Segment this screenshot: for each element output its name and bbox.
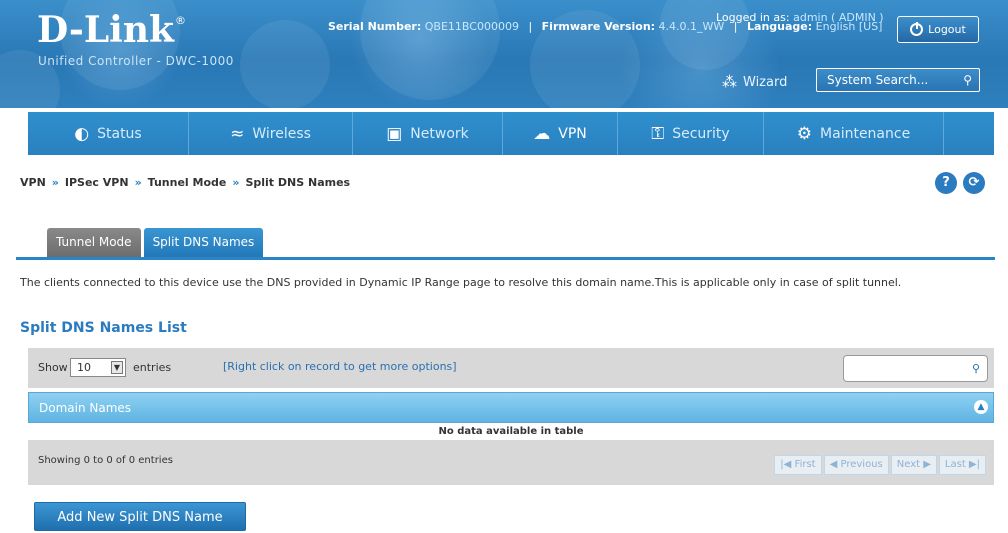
nav-vpn[interactable]: ☁ VPN — [503, 112, 618, 155]
nav-status[interactable]: ◐ Status — [28, 112, 189, 155]
sort-up-icon[interactable]: ▲ — [974, 400, 988, 414]
info-divider: | — [733, 20, 738, 33]
page-size-value: 10 — [77, 361, 91, 374]
nav-security-label: Security — [672, 125, 730, 142]
monitor-icon: ▣ — [386, 123, 403, 144]
nav-vpn-label: VPN — [558, 125, 587, 142]
lock-icon: ⚿ — [651, 123, 665, 144]
table-controls: Show 10 ▼ entries [Right click on record… — [28, 348, 994, 388]
section-title: Split DNS Names List — [20, 320, 187, 336]
nav-network[interactable]: ▣ Network — [353, 112, 503, 155]
next-label: Next — [896, 459, 921, 470]
help-icon[interactable]: ? — [935, 172, 957, 194]
first-page-button[interactable]: |◀ First — [774, 455, 822, 475]
previous-label: Previous — [840, 459, 883, 470]
logout-label: Logout — [928, 23, 966, 36]
search-icon[interactable]: ⚲ — [963, 69, 972, 91]
gears-icon: ⚙ — [796, 123, 813, 144]
breadcrumb-item[interactable]: Tunnel Mode — [148, 176, 227, 189]
firmware-label: Firmware Version: — [541, 20, 656, 33]
table-hint: [Right click on record to get more optio… — [223, 360, 457, 373]
table-info: Showing 0 to 0 of 0 entries — [38, 455, 173, 466]
breadcrumb: VPN » IPSec VPN » Tunnel Mode » Split DNS Name… — [20, 176, 350, 189]
search-icon[interactable]: ⚲ — [972, 362, 980, 375]
dlink-logo: D-Link — [37, 9, 174, 51]
system-search-input[interactable]: System Search... ⚲ — [816, 68, 980, 92]
language-label: Language: — [747, 20, 813, 33]
main-nav: ◐ Status ≈ Wireless ▣ Network ☁ VPN ⚿ Se… — [28, 112, 994, 155]
nav-network-label: Network — [410, 125, 469, 142]
tab-underline — [16, 257, 995, 260]
pagination: |◀ First ◀ Previous Next ▶ Last ▶| — [774, 455, 986, 475]
logout-button[interactable]: Logout — [897, 16, 979, 43]
registered-mark: ® — [175, 14, 186, 27]
nav-status-label: Status — [97, 125, 142, 142]
breadcrumb-current: Split DNS Names — [245, 176, 351, 189]
table-header: Domain Names ▲ — [28, 392, 994, 423]
product-name: Unified Controller - DWC-1000 — [38, 54, 234, 68]
next-page-button[interactable]: Next ▶ — [890, 455, 937, 475]
wizard-link[interactable]: ⁂ Wizard — [722, 73, 787, 91]
tab-bar: Tunnel Mode Split DNS Names — [47, 228, 264, 257]
first-label: First — [794, 459, 816, 470]
entries-label: entries — [133, 361, 172, 374]
cloud-lock-icon: ☁ — [533, 123, 551, 144]
magic-wand-icon: ⁂ — [722, 73, 737, 91]
nav-security[interactable]: ⚿ Security — [618, 112, 764, 155]
firmware-value: 4.4.0.1_WW — [658, 20, 725, 33]
header: D-Link ® Unified Controller - DWC-1000 L… — [0, 0, 1008, 130]
serial-value: QBE11BC000009 — [424, 20, 519, 33]
chevron-down-icon[interactable]: ▼ — [111, 361, 123, 374]
device-info: Serial Number: QBE11BC000009 | Firmware … — [328, 20, 882, 33]
breadcrumb-separator: » — [51, 176, 59, 189]
nav-wireless-label: Wireless — [252, 125, 311, 142]
nav-maintenance-label: Maintenance — [820, 125, 911, 142]
previous-page-button[interactable]: ◀ Previous — [823, 455, 889, 475]
power-icon — [910, 22, 924, 36]
breadcrumb-separator: » — [232, 176, 240, 189]
tab-tunnel-mode[interactable]: Tunnel Mode — [47, 228, 141, 257]
info-divider: | — [528, 20, 533, 33]
tab-split-dns-names[interactable]: Split DNS Names — [143, 228, 264, 257]
wifi-icon: ≈ — [230, 123, 245, 144]
table-search-input[interactable]: ⚲ — [843, 355, 988, 382]
breadcrumb-item[interactable]: VPN — [20, 176, 46, 189]
column-domain-names[interactable]: Domain Names — [39, 401, 131, 415]
breadcrumb-separator: » — [134, 176, 142, 189]
add-split-dns-button[interactable]: Add New Split DNS Name — [34, 502, 246, 531]
last-page-button[interactable]: Last ▶| — [938, 455, 986, 475]
system-search-placeholder: System Search... — [827, 73, 929, 87]
breadcrumb-item[interactable]: IPSec VPN — [65, 176, 129, 189]
table-footer: Showing 0 to 0 of 0 entries |◀ First ◀ P… — [28, 440, 994, 485]
page-description: The clients connected to this device use… — [20, 276, 902, 289]
nav-maintenance[interactable]: ⚙ Maintenance — [764, 112, 944, 155]
language-value[interactable]: English [US] — [816, 20, 883, 33]
refresh-icon[interactable]: ⟳ — [963, 172, 985, 194]
last-label: Last — [944, 459, 966, 470]
page-size-select[interactable]: 10 ▼ — [70, 358, 126, 377]
nav-wireless[interactable]: ≈ Wireless — [189, 112, 353, 155]
dashboard-icon: ◐ — [74, 123, 90, 144]
show-label: Show — [38, 361, 68, 374]
empty-table-message: No data available in table — [28, 423, 994, 440]
wizard-label: Wizard — [743, 74, 788, 90]
serial-label: Serial Number: — [328, 20, 422, 33]
